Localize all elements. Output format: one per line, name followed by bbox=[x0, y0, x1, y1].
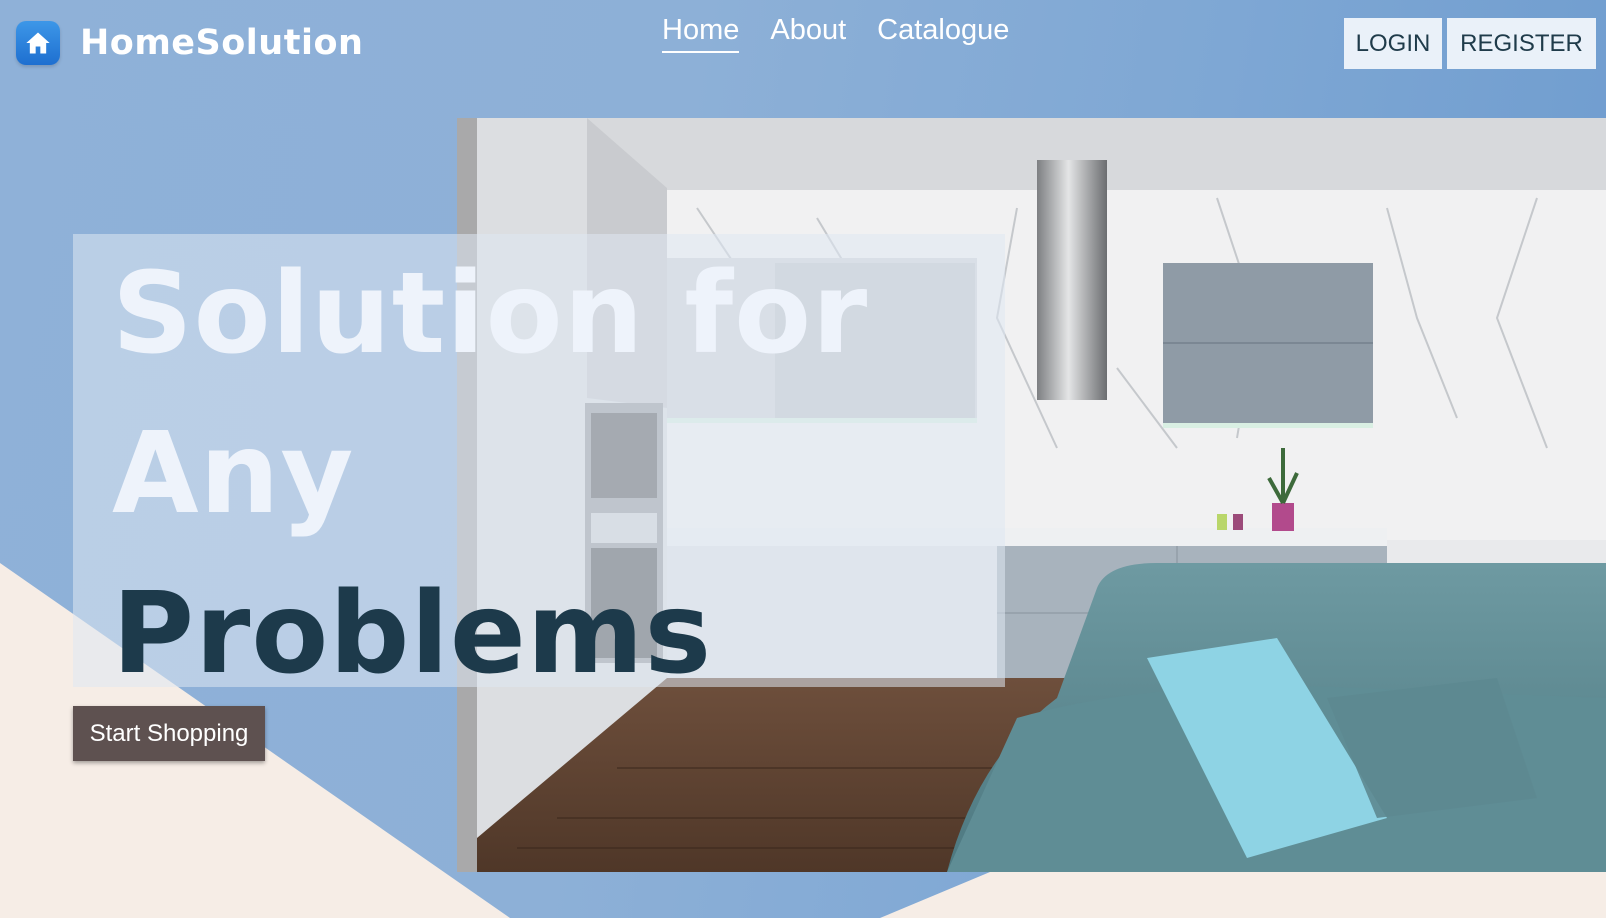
nav-catalogue[interactable]: Catalogue bbox=[877, 14, 1009, 53]
start-shopping-button[interactable]: Start Shopping bbox=[73, 706, 265, 761]
headline-line-2: Any bbox=[112, 409, 355, 539]
login-button[interactable]: LOGIN bbox=[1344, 18, 1442, 69]
main-nav: Home About Catalogue bbox=[662, 14, 1040, 53]
nav-home[interactable]: Home bbox=[662, 14, 740, 53]
cream-triangle-right bbox=[880, 872, 1606, 918]
headline-line-1: Solution for bbox=[112, 249, 869, 379]
auth-buttons: LOGIN REGISTER bbox=[1339, 18, 1596, 69]
nav-about[interactable]: About bbox=[770, 14, 846, 53]
top-header: HomeSolution Home About Catalogue LOGIN … bbox=[0, 0, 1606, 90]
hero-headline: Solution for Any Problems bbox=[112, 234, 868, 714]
headline-line-3: Problems bbox=[112, 569, 713, 699]
register-button[interactable]: REGISTER bbox=[1447, 18, 1596, 69]
brand-name: HomeSolution bbox=[80, 23, 364, 63]
brand-logo[interactable]: HomeSolution bbox=[16, 21, 363, 65]
home-icon bbox=[16, 21, 60, 65]
